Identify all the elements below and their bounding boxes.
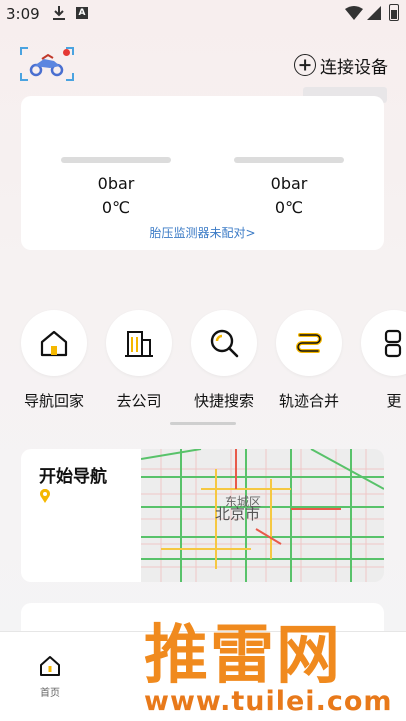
wifi-icon — [345, 6, 363, 20]
home-icon — [40, 330, 68, 357]
quick-actions-row: 导航回家 去公司 快捷搜索 轨迹合并 更 — [0, 310, 406, 420]
device-logo[interactable] — [20, 47, 74, 81]
tab-home-label: 首页 — [40, 688, 60, 699]
track-merge-icon — [296, 333, 322, 353]
signal-icon — [367, 6, 381, 20]
tab-home[interactable]: 首页 — [28, 654, 72, 699]
location-pin-icon — [40, 489, 50, 503]
tire-right-pressure: 0bar — [270, 174, 308, 193]
map-city-label: 北京市 — [215, 505, 261, 523]
tire-pair-link[interactable]: 胎压监测器未配对> — [21, 224, 384, 241]
tire-left-pressure: 0bar — [97, 174, 135, 193]
home-tab-icon — [40, 656, 60, 676]
status-time: 3:09 — [6, 5, 40, 23]
quick-action-label: 导航回家 — [23, 392, 84, 410]
search-icon — [210, 329, 239, 358]
a-badge-icon: A — [76, 7, 88, 19]
quick-action-track-merge[interactable]: 轨迹合并 — [274, 310, 344, 411]
connect-device-label: 连接设备 — [320, 57, 388, 78]
start-navigation-card[interactable]: 东城区 北京市 开始导航 — [21, 449, 384, 582]
map-roads — [140, 449, 384, 582]
connect-device-button[interactable]: 连接设备 — [294, 52, 388, 78]
quick-action-label: 更 — [386, 392, 402, 410]
download-icon — [53, 6, 65, 20]
watermark-brand: 推雷网 — [144, 619, 342, 693]
quick-action-search[interactable]: 快捷搜索 — [189, 310, 259, 411]
building-icon — [125, 331, 153, 357]
tire-left-bar — [61, 157, 171, 163]
quick-action-more[interactable]: 更 — [359, 310, 406, 411]
tire-pressure-card: 0bar 0℃ 0bar 0℃ 胎压监测器未配对> — [21, 96, 384, 250]
tire-right-temperature: 0℃ — [274, 198, 304, 217]
battery-icon — [389, 4, 399, 21]
quick-action-label: 去公司 — [116, 392, 162, 410]
map-preview[interactable]: 东城区 北京市 — [140, 449, 384, 582]
quick-action-label: 轨迹合并 — [278, 392, 339, 410]
tire-left-temperature: 0℃ — [101, 198, 131, 217]
scroll-indicator — [170, 422, 236, 425]
quick-action-company[interactable]: 去公司 — [104, 310, 174, 411]
status-bar: 3:09 A — [0, 0, 406, 28]
notification-dot — [63, 49, 70, 56]
quick-action-label: 快捷搜索 — [193, 392, 254, 410]
tire-right-bar — [234, 157, 344, 163]
quick-action-home[interactable]: 导航回家 — [19, 310, 89, 411]
watermark: 推雷网 www.tuilei.com — [136, 600, 406, 721]
start-navigation-title: 开始导航 — [39, 467, 107, 487]
plus-circle-icon — [294, 54, 316, 76]
watermark-url: www.tuilei.com — [144, 686, 393, 717]
more-icon — [384, 329, 402, 358]
